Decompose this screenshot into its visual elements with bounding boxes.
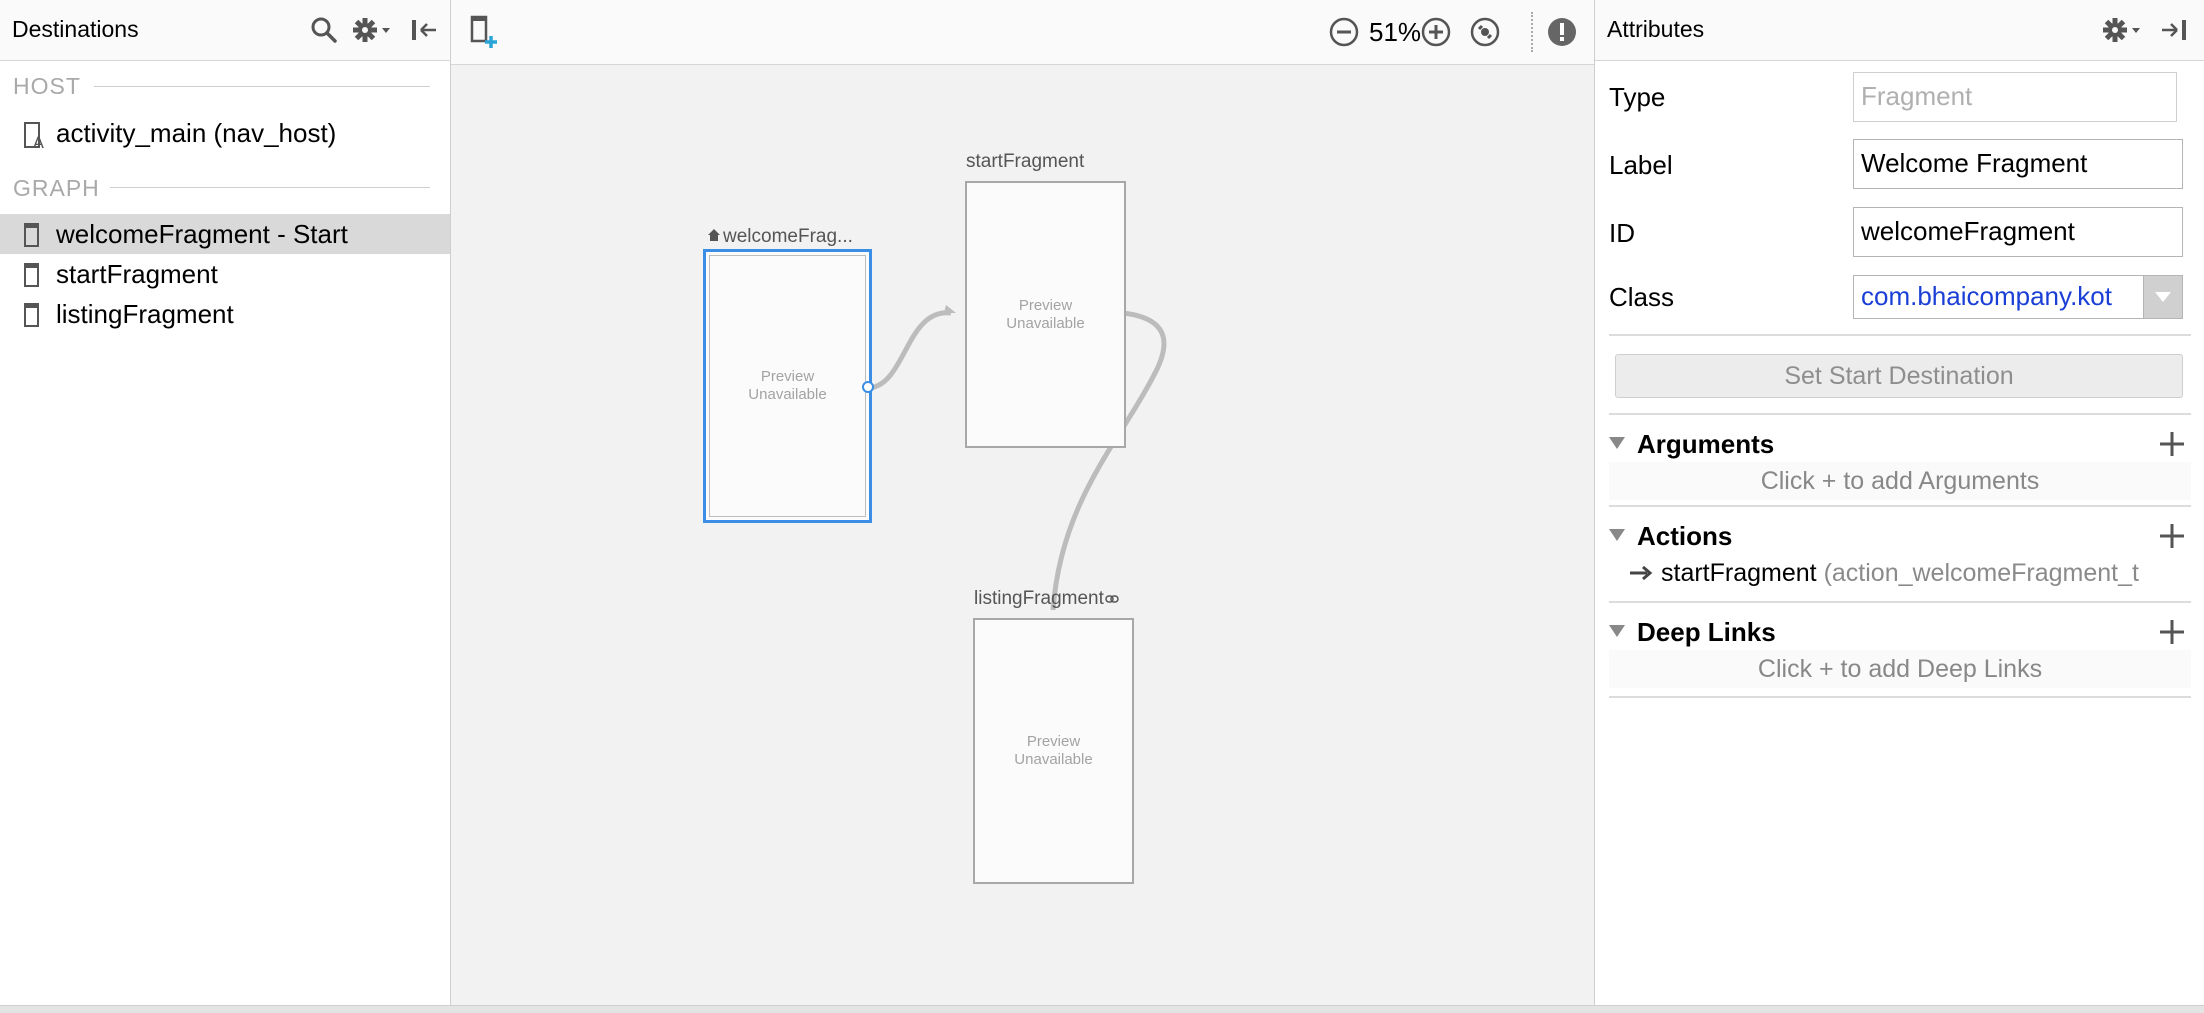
divider [1609,696,2191,698]
destinations-title: Destinations [12,16,139,42]
deep-links-section-header[interactable]: Deep Links [1609,617,1776,648]
host-section-divider [94,86,430,87]
action-id: (action_welcomeFragment_t [1823,559,2139,587]
action-handle[interactable] [862,381,874,393]
fragment-node-welcome[interactable]: Preview Unavailable [703,249,872,523]
expand-triangle-icon [1609,529,1625,542]
gear-icon[interactable] [352,14,394,46]
fragment-icon [24,263,40,294]
home-icon [707,226,721,248]
svg-text:A: A [33,133,44,150]
add-argument-icon[interactable] [2157,429,2187,459]
fragment-label-welcome: welcomeFrag... [707,226,853,248]
host-section-label: HOST [13,73,81,99]
action-arrow-welcome-to-start [868,310,952,391]
divider [1609,334,2191,336]
collapse-panel-icon[interactable] [408,14,440,46]
label-label: Label [1609,150,1673,180]
destinations-header: Destinations [0,0,450,61]
deep-link-icon [1105,588,1119,610]
attributes-panel: Attributes Type Fragment Label Welcome F… [1595,0,2204,1005]
graph-item-welcome-fragment[interactable]: welcomeFragment - Start [0,214,450,254]
arrow-right-icon [1629,560,1653,589]
graph-item-label: listingFragment [56,299,234,329]
fragment-label-start: startFragment [966,151,1085,172]
attributes-header: Attributes [1595,0,2204,61]
fragment-label-listing: listingFragment [974,588,1119,610]
divider [1609,601,2191,603]
id-field[interactable]: welcomeFragment [1853,207,2183,257]
deep-links-empty-hint: Click + to add Deep Links [1609,650,2191,688]
actions-section-header[interactable]: Actions [1609,521,1732,552]
destinations-panel: Destinations HOST A activity_main (nav_h… [0,0,451,1005]
attributes-title: Attributes [1607,16,1705,42]
action-item[interactable]: startFragment (action_welcomeFragment_t [1629,559,2189,589]
graph-section-label: GRAPH [13,175,100,201]
add-deep-link-icon[interactable] [2157,617,2187,647]
graph-item-label: welcomeFragment - Start [56,219,348,249]
class-label: Class [1609,282,1675,312]
fragment-icon [24,223,40,254]
search-icon[interactable] [308,14,340,46]
preview-unavailable-text: Preview Unavailable [1014,733,1093,768]
graph-section-divider [110,187,430,188]
add-action-icon[interactable] [2157,521,2187,551]
gear-icon[interactable] [2102,14,2144,46]
preview-unavailable-text: Preview Unavailable [748,368,827,403]
graph-item-label: startFragment [56,259,218,289]
class-dropdown[interactable]: com.bhaicompany.kot [1853,275,2183,319]
chevron-down-icon[interactable] [2143,276,2182,318]
label-field[interactable]: Welcome Fragment [1853,139,2183,189]
nav-graph-canvas[interactable]: 51% welcomeFrag... Preview Unavailable st… [451,0,1595,1005]
arguments-empty-hint: Click + to add Arguments [1609,462,2191,500]
divider [1609,413,2191,415]
expand-triangle-icon [1609,625,1625,638]
hide-panel-icon[interactable] [2157,14,2191,46]
arguments-section-header[interactable]: Arguments [1609,429,1774,460]
graph-item-listing-fragment[interactable]: listingFragment [0,294,450,334]
fragment-node-listing[interactable]: Preview Unavailable [973,618,1134,884]
host-item[interactable]: A activity_main (nav_host) [0,113,450,153]
activity-layout-icon: A [24,122,48,155]
host-item-label: activity_main (nav_host) [56,118,337,148]
type-label: Type [1609,82,1666,112]
action-destination: startFragment [1661,559,1817,587]
type-field: Fragment [1853,72,2177,122]
fragment-icon [24,303,40,334]
preview-unavailable-text: Preview Unavailable [1006,296,1085,332]
fragment-node-start[interactable]: Preview Unavailable [965,181,1126,448]
arrow-head [944,305,956,313]
expand-triangle-icon [1609,437,1625,450]
graph-item-start-fragment[interactable]: startFragment [0,254,450,294]
divider [1609,505,2191,507]
class-value: com.bhaicompany.kot [1861,281,2112,311]
id-label: ID [1609,218,1635,248]
set-start-destination-button[interactable]: Set Start Destination [1615,354,2183,398]
